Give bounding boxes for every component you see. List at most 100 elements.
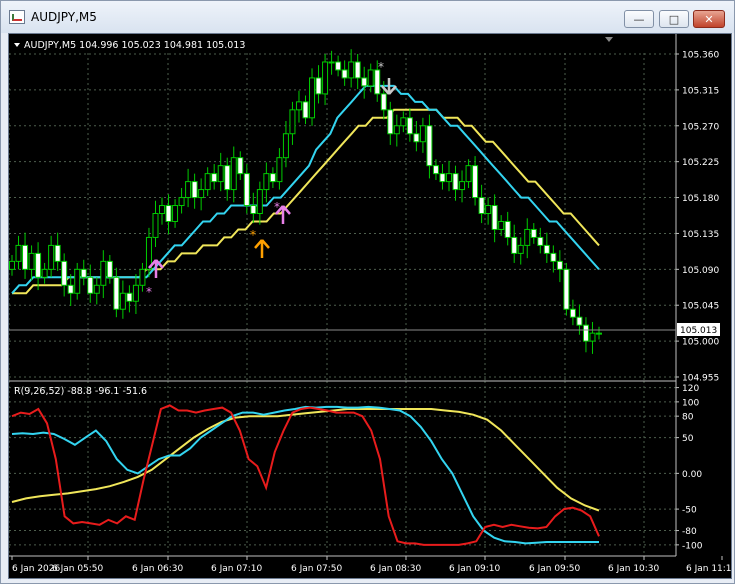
- maximize-icon[interactable]: □: [659, 10, 689, 28]
- candle-body-bull: [596, 332, 602, 335]
- signal-star-icon: *: [274, 200, 280, 214]
- candle-body-bull: [322, 61, 329, 95]
- x-tick-label: 6 Jan 09:50: [529, 564, 581, 574]
- y-tick-label: 105.000: [682, 338, 719, 348]
- candle-body-bull: [132, 284, 139, 302]
- y-tick-label: -80: [682, 527, 697, 537]
- candle-body-bull: [74, 268, 81, 294]
- candle-body-bear: [439, 173, 446, 183]
- candle-body-bear: [530, 228, 537, 238]
- candle-body-bull: [217, 165, 224, 183]
- title-bar[interactable]: AUDJPY,M5 — □ ✕: [1, 1, 734, 33]
- candle-body-bear: [243, 173, 250, 207]
- y-tick-label: 105.135: [682, 230, 719, 240]
- candle-body-bull: [348, 61, 355, 79]
- y-tick-label: 100: [682, 398, 699, 408]
- candle-body-bear: [556, 260, 563, 270]
- candle-body-bear: [250, 205, 257, 215]
- candle-body-bear: [361, 77, 368, 87]
- candle-body-bear: [478, 197, 485, 215]
- chart-area[interactable]: * * * * AUDJPY,M5 104.996 105.023 104.981 1…: [8, 33, 735, 579]
- candle-body-bull: [139, 268, 146, 286]
- candle-body-bull: [485, 205, 492, 215]
- candle-body-bear: [302, 101, 309, 119]
- chart-window: AUDJPY,M5 — □ ✕ * * * * AUDJPY,M5 104.996 1…: [0, 0, 735, 584]
- candle-body-bear: [452, 173, 459, 191]
- y-tick-label: -50: [682, 506, 697, 516]
- close-icon[interactable]: ✕: [693, 10, 725, 28]
- candle-body-bear: [472, 165, 479, 199]
- candle-body-bull: [524, 228, 531, 246]
- candle-body-bull: [517, 244, 524, 254]
- current-price-label: 105.013: [680, 326, 717, 336]
- y-tick-label: 105.225: [682, 158, 719, 168]
- candle-body-bull: [230, 157, 237, 191]
- candle-body-bull: [400, 117, 407, 127]
- candle-body-bear: [80, 268, 87, 278]
- candle-body-bull: [393, 125, 400, 135]
- y-tick-label: 105.315: [682, 86, 719, 96]
- chart-window-icon: [9, 10, 25, 24]
- candle-body-bull: [100, 260, 107, 286]
- candle-body-bear: [237, 157, 244, 175]
- candle-body-bull: [419, 125, 426, 143]
- candle-body-bull: [185, 181, 192, 199]
- candle-body-bear: [335, 61, 342, 71]
- candle-body-bear: [413, 133, 420, 143]
- x-tick-label: 6 Jan 07:10: [211, 564, 263, 574]
- candle-body-bull: [198, 189, 205, 199]
- candle-body-bear: [191, 181, 198, 199]
- candle-body-bear: [537, 236, 544, 246]
- x-tick-label: 6 Jan 10:30: [608, 564, 660, 574]
- chart-svg[interactable]: * * * * AUDJPY,M5 104.996 105.023 104.981 1…: [8, 34, 735, 578]
- candle-body-bull: [48, 244, 55, 270]
- candle-body-bull: [445, 173, 452, 183]
- x-tick-label: 6 Jan 08:30: [370, 564, 422, 574]
- y-tick-label: 105.270: [682, 122, 719, 132]
- candle-body-bear: [550, 252, 557, 262]
- minimize-icon[interactable]: —: [624, 10, 654, 28]
- candle-body-bull: [9, 260, 15, 270]
- candle-body-bull: [119, 292, 126, 310]
- signal-star-icon: *: [250, 228, 256, 242]
- window-title: AUDJPY,M5: [31, 10, 97, 24]
- signal-star-icon: *: [146, 285, 152, 299]
- candle-body-bear: [54, 244, 61, 262]
- y-tick-label: 105.045: [682, 302, 719, 312]
- candle-body-bear: [341, 69, 348, 79]
- candle-body-bear: [87, 276, 94, 294]
- candle-body-bull: [295, 101, 302, 111]
- candle-body-bear: [426, 125, 433, 167]
- candle-body-bull: [465, 165, 472, 183]
- candle-body-bear: [269, 173, 276, 183]
- candle-body-bear: [165, 205, 172, 222]
- y-tick-label: 105.360: [682, 51, 719, 61]
- y-tick-label: 105.180: [682, 194, 719, 204]
- main-panel-header: AUDJPY,M5 104.996 105.023 104.981 105.01…: [24, 40, 245, 51]
- signal-star-icon: *: [378, 60, 384, 74]
- candle-body-bear: [511, 236, 518, 254]
- candle-body-bear: [315, 77, 322, 95]
- x-tick-label: 6 Jan 05:50: [52, 564, 104, 574]
- candle-body-bear: [543, 244, 550, 254]
- candle-body-bear: [224, 165, 231, 191]
- candle-body-bear: [504, 220, 511, 238]
- candle-body-bear: [22, 244, 29, 270]
- candle-body-bear: [354, 61, 361, 79]
- candle-body-bear: [569, 308, 576, 318]
- candle-body-bear: [432, 165, 439, 175]
- candle-body-bull: [93, 284, 100, 294]
- candle-body-bear: [491, 205, 498, 230]
- candle-body-bull: [459, 181, 466, 191]
- candle-body-bear: [380, 93, 387, 111]
- candle-body-bull: [276, 157, 283, 183]
- candle-body-bull: [263, 173, 270, 191]
- x-tick-label: 6 Jan 07:50: [291, 564, 343, 574]
- candle-body-bull: [498, 220, 505, 230]
- candle-body-bull: [152, 213, 159, 238]
- candle-body-bear: [582, 324, 589, 342]
- candle-body-bear: [211, 173, 218, 183]
- candle-body-bull: [204, 173, 211, 191]
- candle-body-bull: [289, 109, 296, 135]
- candle-body-bear: [61, 260, 68, 286]
